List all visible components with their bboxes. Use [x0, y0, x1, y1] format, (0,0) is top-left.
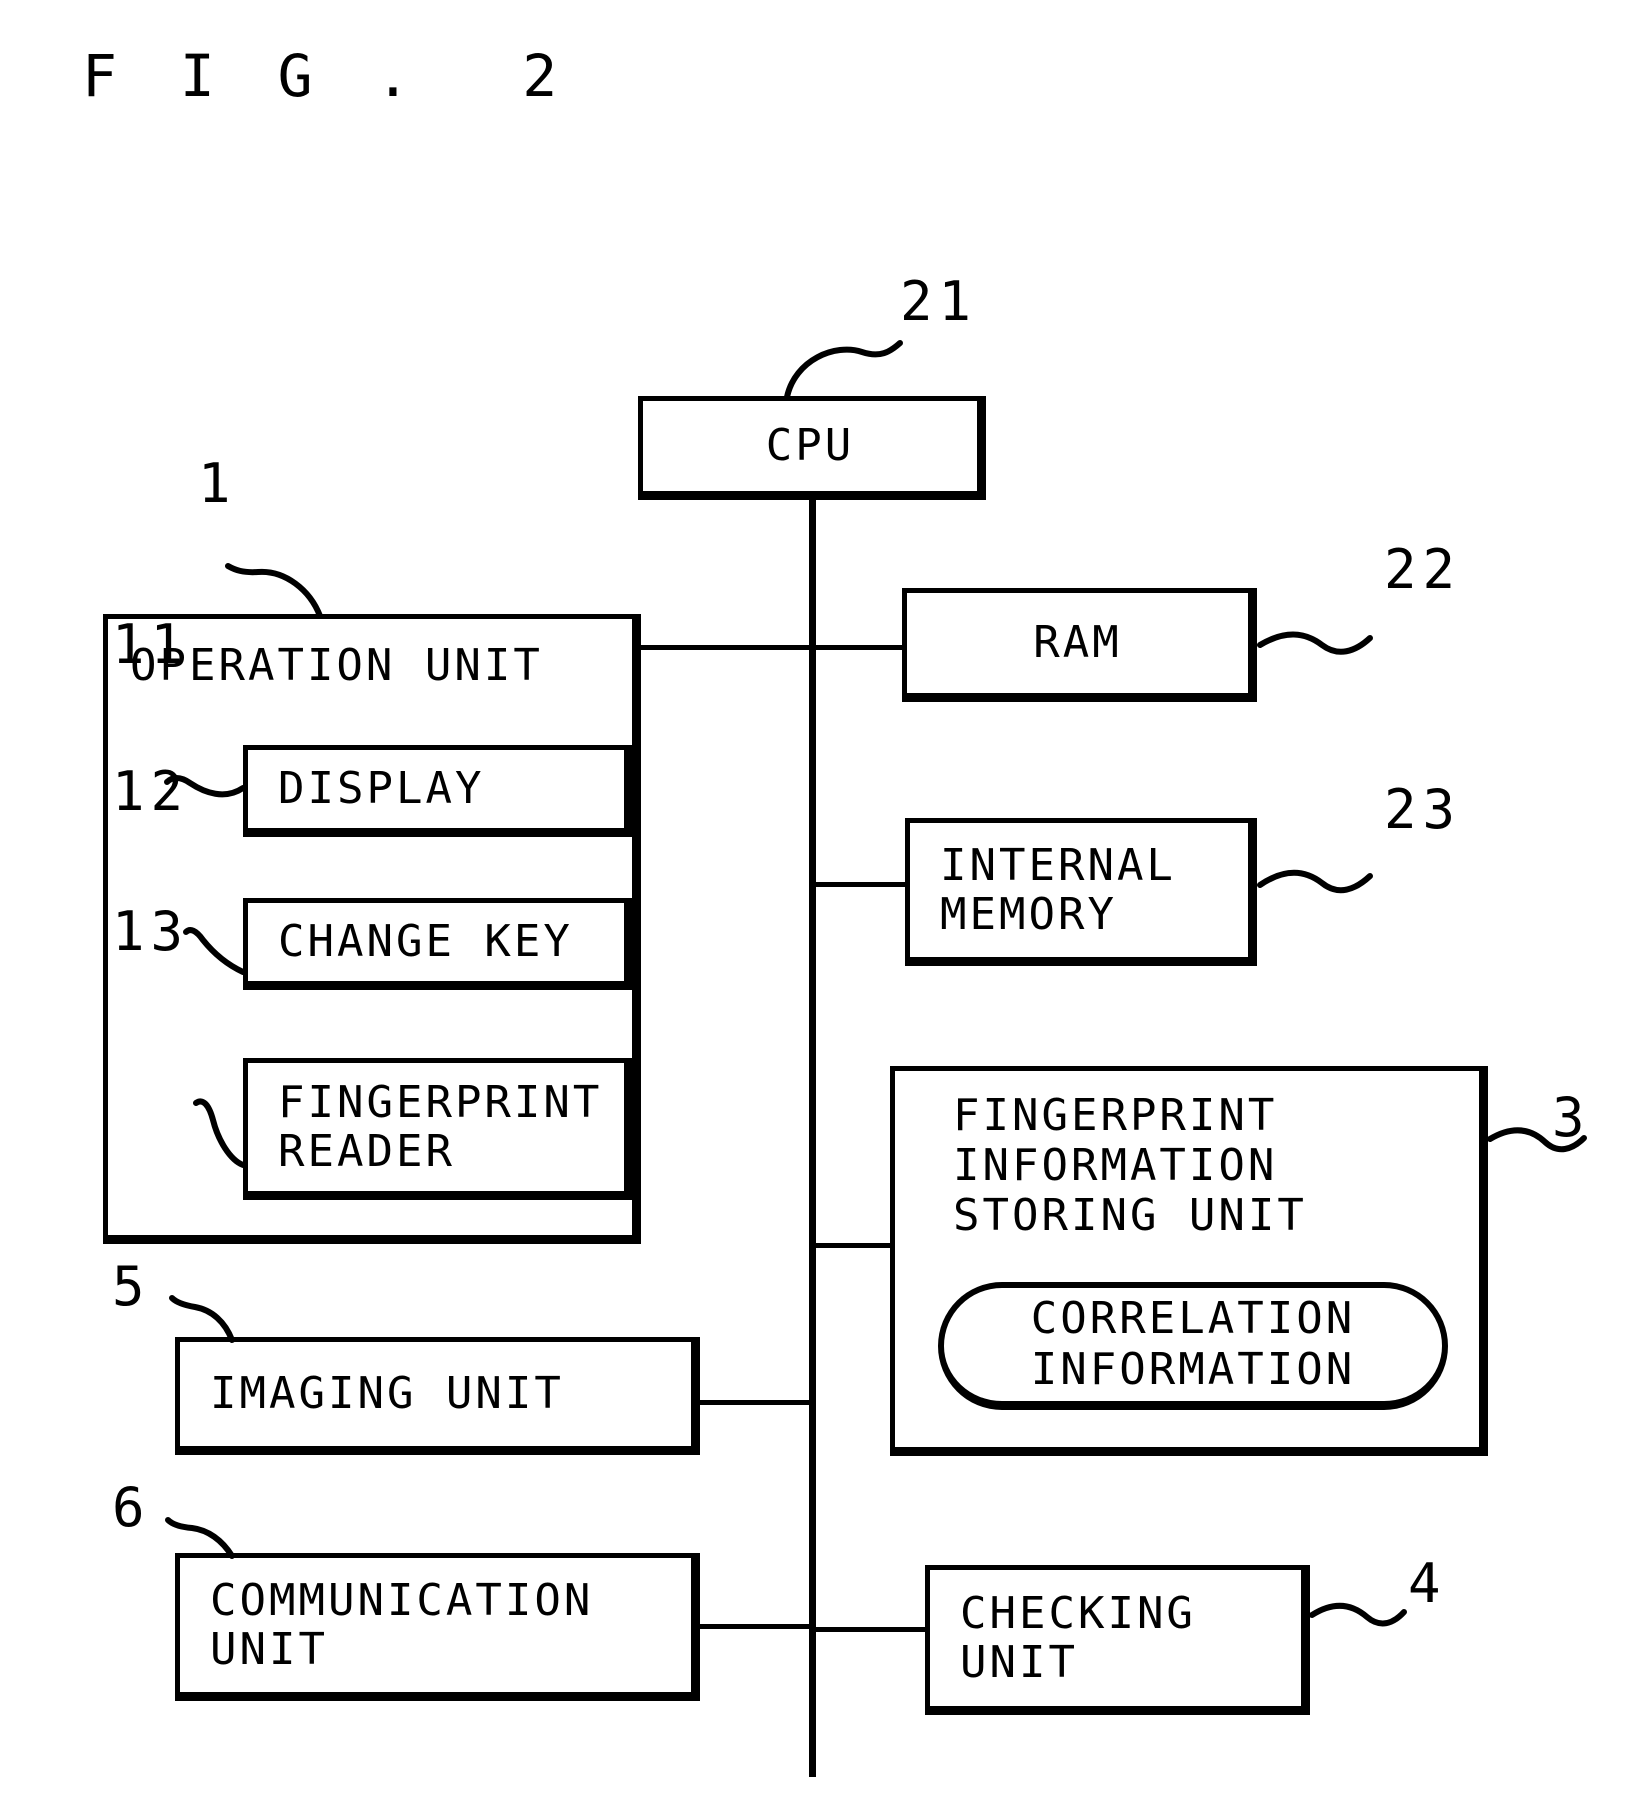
checking-unit-label: CHECKING UNIT [960, 1587, 1196, 1688]
ref-numeral-13: 13 [112, 900, 190, 963]
wire-bus-to-fingerprint-storing-unit [809, 1243, 894, 1248]
figure-title: F I G . 2 [82, 42, 572, 110]
communication-unit-label: COMMUNICATION UNIT [210, 1574, 594, 1675]
internal-memory-block[interactable]: INTERNAL MEMORY [905, 818, 1257, 966]
patent-figure-page: F I G . 2 CPU OPERATION UNIT DISPLAY CHA… [0, 0, 1634, 1817]
fingerprint-information-storing-unit-label: FINGERPRINT INFORMATION STORING UNIT [953, 1090, 1307, 1242]
ref-numeral-21: 21 [900, 270, 978, 333]
fingerprint-reader-label: FINGERPRINT READER [278, 1076, 603, 1177]
ref-numeral-12: 12 [112, 760, 190, 823]
imaging-unit-label: IMAGING UNIT [210, 1368, 564, 1420]
ref-numeral-5: 5 [112, 1255, 151, 1318]
leader-line-4 [1309, 1602, 1407, 1627]
ref-numeral-11: 11 [112, 613, 190, 676]
correlation-information-label: CORRELATION INFORMATION [1030, 1293, 1356, 1395]
fingerprint-reader-block[interactable]: FINGERPRINT READER [243, 1058, 633, 1200]
ref-numeral-3: 3 [1552, 1086, 1591, 1149]
leader-line-1 [225, 563, 323, 619]
display-label: DISPLAY [278, 763, 485, 815]
communication-unit-block[interactable]: COMMUNICATION UNIT [175, 1553, 700, 1701]
ref-numeral-4: 4 [1408, 1552, 1447, 1615]
wire-operation-unit-to-bus [636, 645, 812, 650]
ref-numeral-23: 23 [1384, 778, 1462, 841]
leader-line-22 [1257, 631, 1373, 655]
wire-bus-to-checking-unit [809, 1627, 929, 1632]
wire-imaging-unit-to-bus [700, 1400, 812, 1405]
checking-unit-block[interactable]: CHECKING UNIT [925, 1565, 1310, 1715]
leader-line-23 [1257, 869, 1373, 894]
leader-line-5 [169, 1295, 235, 1343]
cpu-label: CPU [765, 420, 855, 472]
leader-line-21 [784, 340, 903, 400]
wire-bus-to-ram [809, 645, 907, 650]
ram-block[interactable]: RAM [902, 588, 1257, 702]
ram-label: RAM [1033, 617, 1122, 669]
ref-numeral-6: 6 [112, 1476, 151, 1539]
change-key-label: CHANGE KEY [278, 916, 573, 968]
imaging-unit-block[interactable]: IMAGING UNIT [175, 1337, 700, 1455]
cpu-block[interactable]: CPU [638, 396, 986, 500]
correlation-information-block[interactable]: CORRELATION INFORMATION [938, 1282, 1448, 1410]
main-bus-line [809, 455, 816, 1777]
wire-bus-to-internal-memory [809, 882, 907, 887]
operation-unit-label: OPERATION UNIT [130, 640, 543, 691]
change-key-block[interactable]: CHANGE KEY [243, 898, 633, 990]
display-block[interactable]: DISPLAY [243, 745, 633, 837]
ref-numeral-22: 22 [1384, 538, 1462, 601]
wire-communication-unit-to-bus [700, 1624, 812, 1629]
ref-numeral-1: 1 [198, 452, 237, 515]
leader-line-6 [165, 1517, 235, 1559]
internal-memory-label: INTERNAL MEMORY [940, 839, 1176, 940]
